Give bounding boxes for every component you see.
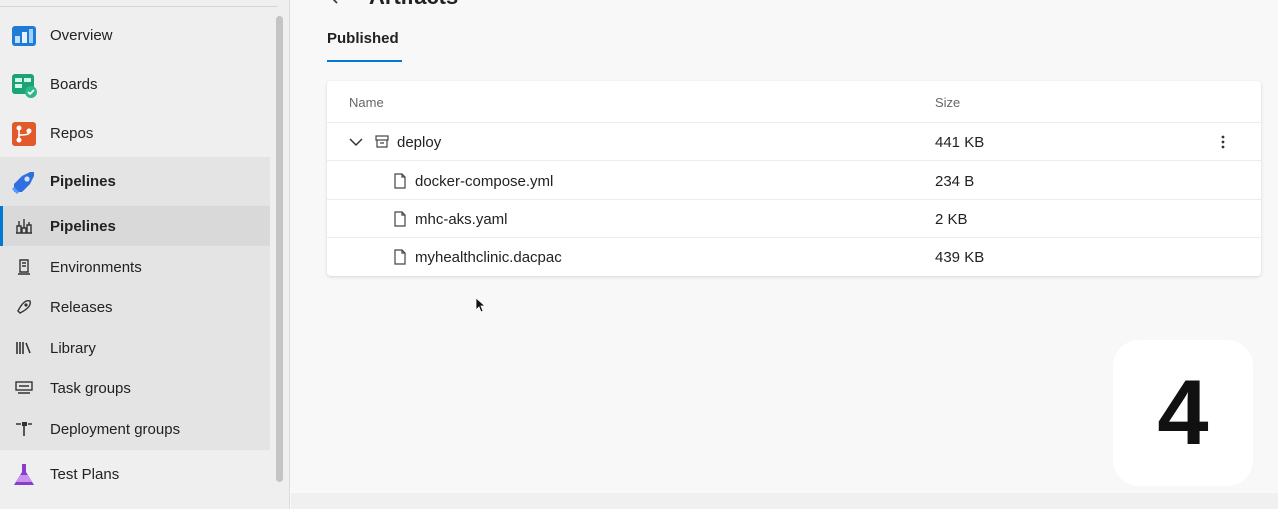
folder-size: 441 KB (935, 134, 985, 151)
overview-icon (12, 25, 36, 46)
sidebar-item-test-plans[interactable]: Test Plans (0, 450, 270, 499)
sidebar-item-overview[interactable]: Overview (0, 11, 270, 60)
file-icon (394, 211, 406, 227)
step-number-badge: 4 (1113, 340, 1253, 486)
sidebar-item-repos[interactable]: Repos (0, 109, 270, 158)
file-size: 439 KB (935, 249, 985, 266)
divider (0, 6, 278, 7)
archive-icon (375, 135, 389, 148)
sidebar-item-label: Test Plans (50, 466, 120, 483)
sidebar-subitem-environments[interactable]: Environments (0, 247, 270, 287)
more-options-icon[interactable] (1215, 133, 1231, 151)
task-groups-icon (15, 381, 33, 394)
table-row[interactable]: docker-compose.yml 234 B (327, 162, 1261, 200)
sidebar-item-label: Releases (50, 298, 113, 316)
boards-icon (12, 73, 37, 98)
test-plans-icon (14, 463, 34, 485)
sidebar-item-label: Pipelines (50, 173, 116, 190)
sidebar-item-label: Overview (50, 27, 113, 44)
sidebar-subitem-library[interactable]: Library (0, 328, 270, 368)
column-header-name[interactable]: Name (349, 95, 384, 110)
sidebar-item-pipelines[interactable]: Pipelines (0, 157, 270, 206)
artifacts-table: Name Size deploy 441 KB docker-compose.y… (327, 81, 1261, 276)
sidebar-subitem-pipelines[interactable]: Pipelines (0, 206, 270, 246)
sidebar-subitem-releases[interactable]: Releases (0, 287, 270, 327)
file-name[interactable]: docker-compose.yml (415, 173, 553, 190)
sidebar-item-label: Deployment groups (50, 420, 181, 438)
deployment-groups-icon (16, 422, 32, 436)
environments-icon (18, 259, 30, 275)
file-size: 2 KB (935, 211, 968, 228)
bottom-strip (291, 493, 1278, 509)
sidebar-item-label: Boards (50, 76, 98, 93)
sidebar-item-label: Task groups (50, 379, 131, 397)
file-size: 234 B (935, 173, 975, 190)
pipelines-sub-icon (16, 219, 32, 234)
repos-icon (12, 121, 36, 146)
sidebar: Overview Boards Repos Pipelines Pipeline… (0, 0, 290, 509)
file-icon (394, 249, 406, 265)
page-title: Artifacts (369, 0, 458, 10)
sidebar-item-label: Repos (50, 125, 94, 142)
chevron-down-icon[interactable] (349, 137, 363, 147)
table-row-folder[interactable]: deploy 441 KB (327, 123, 1261, 161)
sidebar-item-label: Library (50, 339, 96, 357)
table-row[interactable]: myhealthclinic.dacpac 439 KB (327, 238, 1261, 276)
sidebar-item-label: Pipelines (50, 217, 116, 235)
table-header: Name Size (327, 81, 1261, 123)
column-header-size[interactable]: Size (935, 95, 960, 110)
folder-name[interactable]: deploy (397, 134, 441, 151)
pipelines-icon (11, 171, 34, 194)
file-name[interactable]: myhealthclinic.dacpac (415, 249, 562, 266)
mouse-cursor-icon (475, 297, 487, 313)
sidebar-scrollbar[interactable] (276, 16, 283, 482)
sidebar-subitem-deployment-groups[interactable]: Deployment groups (0, 409, 270, 449)
back-arrow-icon[interactable] (327, 0, 343, 6)
sidebar-item-label: Environments (50, 258, 142, 276)
tab-published[interactable]: Published (327, 30, 402, 62)
sidebar-item-boards[interactable]: Boards (0, 60, 270, 109)
file-name[interactable]: mhc-aks.yaml (415, 211, 508, 228)
library-icon (16, 342, 31, 354)
file-icon (394, 173, 406, 189)
releases-icon (17, 300, 31, 314)
sidebar-subitem-task-groups[interactable]: Task groups (0, 368, 270, 408)
table-row[interactable]: mhc-aks.yaml 2 KB (327, 200, 1261, 238)
